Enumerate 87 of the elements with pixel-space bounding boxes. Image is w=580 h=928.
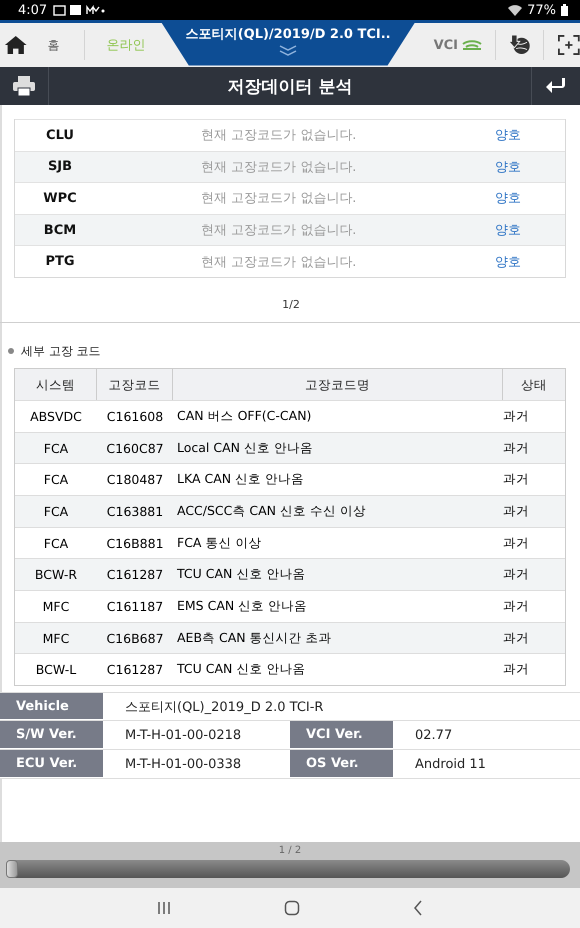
table-cell-text: Local CAN 신호 안나옴 xyxy=(176,440,314,456)
table-cell-text: C16B687 xyxy=(105,630,165,646)
info-value: M-T-H-01-00-0338 xyxy=(124,756,242,774)
system-name: CLU xyxy=(45,128,75,143)
system-name: SJB xyxy=(46,159,74,174)
info-label: S/W Ver. xyxy=(0,721,103,750)
section-title: 세부 고장 코드 xyxy=(21,342,101,360)
table-cell-text: 과거 xyxy=(502,566,530,584)
table-cell-text: 과거 xyxy=(502,440,530,456)
fault-message: 현재 고장코드가 없습니다. xyxy=(200,254,358,271)
table-cell-text: FCA xyxy=(42,440,70,456)
vehicle-banner[interactable]: 스포티지(QL)/2019/D 2.0 TCI.. xyxy=(160,22,416,66)
globe-download-icon[interactable] xyxy=(508,33,532,57)
fault-message: 현재 고장코드가 없습니다. xyxy=(200,127,358,144)
system-status: 양호 xyxy=(495,254,522,271)
table-cell-text: 과거 xyxy=(502,408,530,425)
table-cell-text: ABSVDC xyxy=(29,408,83,424)
bullet-icon xyxy=(8,348,14,354)
system-status: 양호 xyxy=(495,222,522,240)
table-cell-text: 과거 xyxy=(502,661,530,678)
page-indicator: 1 / 2 xyxy=(278,845,302,856)
table-cell-text: C161187 xyxy=(106,598,164,614)
system-name: WPC xyxy=(42,190,78,206)
info-value: 스포티지(QL)_2019_D 2.0 TCI-R xyxy=(124,698,324,717)
system-status: 양호 xyxy=(495,158,522,176)
table-cell-text: FCA xyxy=(42,536,70,551)
recents-button[interactable] xyxy=(156,901,171,915)
fault-message: 현재 고장코드가 없습니다. xyxy=(200,158,358,176)
table-cell-text: TCU CAN 신호 안나옴 xyxy=(176,661,306,678)
wifi-icon xyxy=(508,4,522,16)
table-cell-text: C16B881 xyxy=(105,536,165,551)
table-cell-text: TCU CAN 신호 안나옴 xyxy=(176,566,306,584)
back-nav-button[interactable] xyxy=(413,900,424,916)
table-cell-text: MFC xyxy=(42,630,70,646)
screen-title: 저장데이터 분석 xyxy=(226,76,354,98)
table-cell-text: LKA CAN 신호 안나옴 xyxy=(176,471,306,488)
table-cell-text: C163881 xyxy=(106,504,164,519)
info-label: VCI Ver. xyxy=(290,721,393,750)
table-cell-text: MFC xyxy=(42,598,70,614)
table-cell-text: FCA xyxy=(42,504,70,519)
printer-icon[interactable] xyxy=(12,75,36,97)
return-arrow-icon[interactable] xyxy=(545,77,567,95)
connection-status: 온라인 xyxy=(106,37,147,54)
table-cell-text: 과거 xyxy=(502,630,530,647)
info-label: Vehicle xyxy=(0,693,103,720)
table-cell-text: ACC/SCC측 CAN 신호 수신 이상 xyxy=(176,502,367,520)
table-cell-text: BCW-R xyxy=(34,567,78,582)
table-cell-text: C160C87 xyxy=(105,440,165,456)
column-header: 상태 xyxy=(520,376,548,394)
home-icon[interactable] xyxy=(4,34,28,56)
info-label: ECU Ver. xyxy=(0,750,103,778)
info-value: M-T-H-01-00-0218 xyxy=(124,726,242,745)
system-name: PTG xyxy=(44,254,76,270)
table-cell-text: CAN 버스 OFF(C-CAN) xyxy=(176,408,312,425)
notification-icons xyxy=(53,4,106,16)
table-cell-text: FCA xyxy=(42,472,70,488)
signal-icon xyxy=(461,39,484,51)
table-cell-text: FCA 통신 이상 xyxy=(176,534,262,552)
chevron-down-icon[interactable] xyxy=(278,44,298,56)
system-name: BCM xyxy=(42,222,78,238)
info-value: 02.77 xyxy=(414,726,454,745)
table-cell-text: C161287 xyxy=(106,567,164,582)
table-cell-text: 과거 xyxy=(502,471,530,488)
clock: 4:07 xyxy=(18,2,48,18)
vci-label: VCI xyxy=(434,38,458,52)
table-cell-text: 과거 xyxy=(502,502,530,520)
fault-message: 현재 고장코드가 없습니다. xyxy=(200,190,358,208)
page-indicator: 1/2 xyxy=(281,298,301,311)
battery-level: 77% xyxy=(527,2,556,18)
table-cell-text: 과거 xyxy=(502,598,530,615)
table-cell-text: AEB측 CAN 통신시간 초과 xyxy=(176,630,333,647)
battery-icon xyxy=(561,4,568,16)
table-cell-text: EMS CAN 신호 안나옴 xyxy=(176,598,308,615)
table-cell-text: C180487 xyxy=(106,472,164,488)
fault-message: 현재 고장코드가 없습니다. xyxy=(200,222,358,240)
table-cell-text: BCW-L xyxy=(34,662,78,678)
info-label: OS Ver. xyxy=(290,750,393,778)
info-value: Android 11 xyxy=(414,756,487,774)
table-cell-text: C161608 xyxy=(106,408,164,424)
home-label[interactable]: 홈 xyxy=(48,36,84,54)
home-button[interactable] xyxy=(284,900,300,916)
table-cell-text: C161287 xyxy=(106,662,164,678)
slider-thumb[interactable] xyxy=(6,860,18,878)
table-cell-text: 과거 xyxy=(502,534,530,552)
fullscreen-icon[interactable] xyxy=(558,34,580,56)
system-status: 양호 xyxy=(495,190,522,208)
system-status: 양호 xyxy=(495,127,522,144)
